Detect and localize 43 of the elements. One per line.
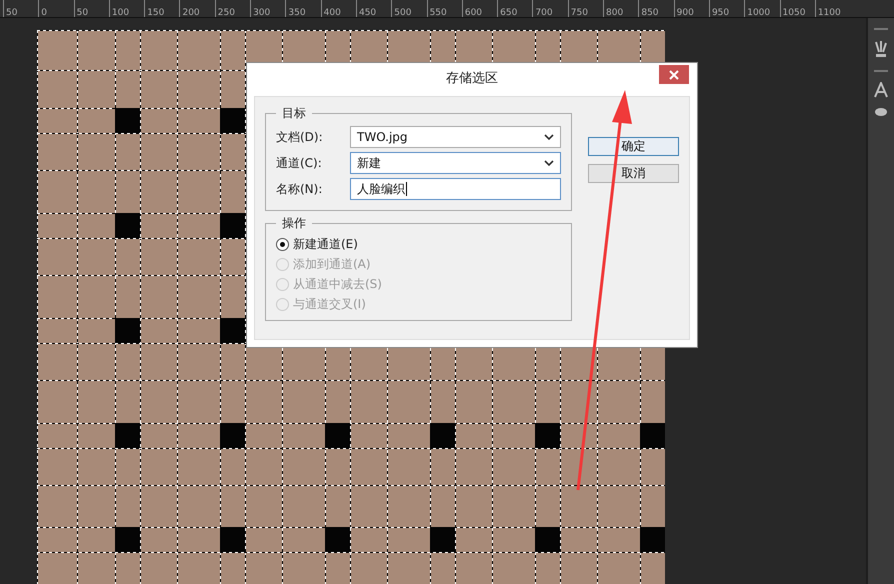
ruler-label: 150 — [147, 8, 164, 19]
ok-button[interactable]: 确定 — [588, 137, 679, 156]
ruler-label: 550 — [430, 8, 447, 19]
ruler-label: 1100 — [818, 8, 841, 19]
dropdown-field[interactable]: TWO.jpg — [350, 126, 561, 148]
ruler-label: 900 — [676, 8, 694, 19]
ruler-label: 600 — [464, 8, 482, 19]
ruler-label: 300 — [253, 8, 270, 19]
ruler-label: 50 — [76, 8, 88, 19]
ruler-label: 350 — [288, 8, 306, 19]
field-label: 名称(N): — [276, 180, 324, 198]
radio-option[interactable]: 新建通道(E) — [276, 234, 561, 254]
ruler-label: 850 — [641, 8, 659, 19]
close-button[interactable] — [659, 65, 689, 84]
brush-icon[interactable] — [873, 40, 889, 60]
group-legend: 目标 — [276, 105, 312, 122]
field-label: 文档(D): — [276, 128, 324, 146]
ruler-label: 450 — [358, 8, 376, 19]
ruler-label: 950 — [712, 8, 730, 19]
ruler-label: 650 — [500, 8, 518, 19]
ruler-label: 700 — [535, 8, 553, 19]
group-legend: 操作 — [276, 215, 312, 232]
caret-icon — [544, 134, 554, 140]
close-icon — [669, 70, 679, 80]
cancel-button[interactable]: 取消 — [588, 164, 679, 183]
dropdown-field[interactable]: 新建 — [350, 152, 561, 174]
ruler-label: 250 — [218, 8, 235, 19]
ruler-label: 400 — [324, 8, 341, 19]
paragraph-icon[interactable] — [875, 108, 887, 116]
ruler-label: 50 — [6, 8, 18, 19]
field-label: 通道(C): — [276, 154, 323, 172]
ruler-label: 0 — [41, 8, 48, 19]
ruler-label: 1050 — [782, 8, 806, 19]
dialog-title: 存储选区 — [446, 70, 498, 87]
ruler-label: 500 — [394, 8, 412, 19]
ruler-label: 100 — [112, 8, 130, 19]
ruler-label: 750 — [570, 8, 588, 19]
character-icon[interactable] — [873, 82, 889, 98]
text-input-field[interactable]: 人脸编织 — [350, 178, 561, 200]
caret-icon — [544, 160, 554, 166]
ruler-label: 200 — [182, 8, 200, 19]
ruler-label: 1000 — [747, 8, 770, 19]
ruler-label: 800 — [606, 8, 624, 19]
